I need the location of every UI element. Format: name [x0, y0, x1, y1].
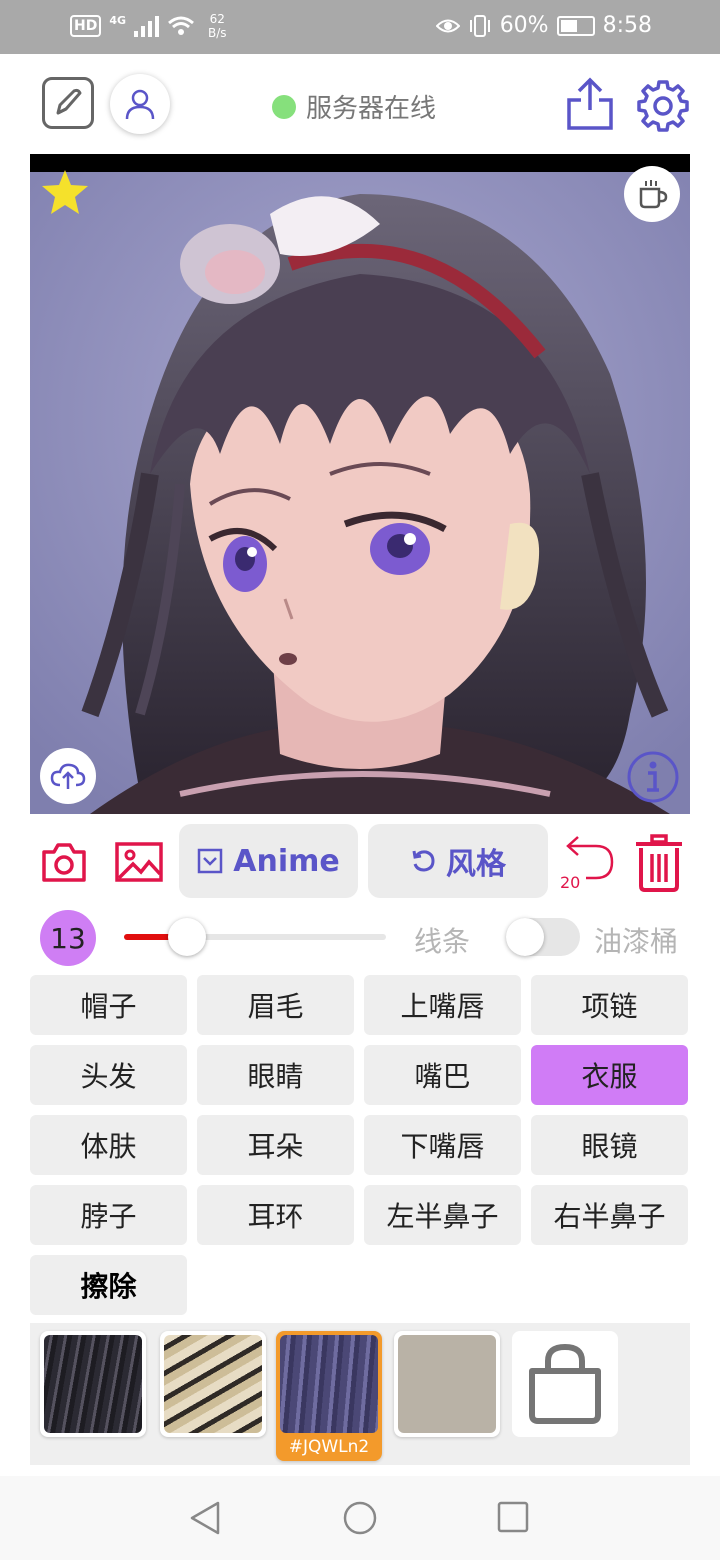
- part-button[interactable]: 眉毛: [197, 975, 354, 1035]
- top-bar: 服务器在线: [0, 54, 720, 154]
- battery-icon: [556, 15, 595, 36]
- hd-badge: HD: [70, 15, 102, 37]
- tool-row: Anime 风格 20: [0, 824, 720, 900]
- mode-toggle-button[interactable]: Anime: [179, 824, 358, 898]
- part-button[interactable]: 上嘴唇: [364, 975, 521, 1035]
- user-icon: [125, 89, 155, 120]
- swatch-texture: [280, 1335, 378, 1433]
- swatch-selected[interactable]: #JQWLn2: [276, 1331, 382, 1461]
- slider-thumb[interactable]: [167, 918, 206, 956]
- part-button[interactable]: 头发: [30, 1045, 187, 1105]
- wifi-icon: [168, 16, 194, 35]
- recent-apps-icon[interactable]: [496, 1500, 530, 1534]
- swatch-strip: #JQWLn2: [30, 1323, 690, 1465]
- star-icon[interactable]: [40, 168, 90, 216]
- swatch-texture: [398, 1335, 496, 1433]
- coffee-button[interactable]: [624, 166, 680, 222]
- speed-unit: B/s: [208, 26, 227, 40]
- battery-percent: 60%: [499, 13, 549, 38]
- style-label: 风格: [446, 847, 506, 882]
- part-button[interactable]: 耳环: [197, 1185, 354, 1245]
- part-button[interactable]: 左半鼻子: [364, 1185, 521, 1245]
- home-icon[interactable]: [342, 1500, 378, 1536]
- style-button[interactable]: 风格: [368, 824, 548, 898]
- part-button[interactable]: 帽子: [30, 975, 187, 1035]
- online-indicator: [272, 94, 296, 119]
- profile-button[interactable]: [110, 74, 170, 134]
- bucket-label[interactable]: 油漆桶: [594, 920, 678, 960]
- coffee-cup-icon: [639, 180, 668, 209]
- upload-button[interactable]: [40, 748, 96, 804]
- status-left: HD 4G 62 B/s: [70, 12, 227, 40]
- undo-count: 20: [560, 873, 581, 892]
- line-mode-label[interactable]: 线条: [414, 920, 470, 960]
- swatch-dark-hair[interactable]: [40, 1331, 146, 1437]
- clock: 8:58: [602, 13, 652, 38]
- part-button[interactable]: 耳朵: [197, 1115, 354, 1175]
- part-grid: 帽子 眉毛 上嘴唇 项链头发 眼睛 嘴巴 衣服体肤 耳朵 下嘴唇 眼镜脖子 耳环 左半鼻子 右半鼻子擦除: [30, 975, 690, 1315]
- part-button[interactable]: 衣服: [531, 1045, 688, 1105]
- edit-pen-icon: [56, 88, 82, 115]
- mode-label: Anime: [233, 843, 340, 879]
- part-button[interactable]: 下嘴唇: [364, 1115, 521, 1175]
- network-speed: 62 B/s: [208, 12, 227, 40]
- part-button[interactable]: 眼睛: [197, 1045, 354, 1105]
- brush-size-badge: 13: [40, 910, 96, 966]
- shopping-bag-icon: [529, 1343, 601, 1424]
- cloud-upload-icon: [50, 763, 86, 789]
- swatch-texture: [44, 1335, 142, 1433]
- share-icon[interactable]: [565, 76, 615, 132]
- checkbox-icon: [198, 848, 223, 874]
- toggle-knob: [506, 918, 544, 956]
- vibrate-icon: [469, 14, 490, 37]
- shop-button[interactable]: [512, 1331, 618, 1437]
- nav-bar: [0, 1476, 720, 1560]
- part-button[interactable]: 项链: [531, 975, 688, 1035]
- status-bar: HD 4G 62 B/s 60% 8:58: [0, 0, 720, 54]
- part-button[interactable]: 体肤: [30, 1115, 187, 1175]
- refresh-icon: [412, 850, 435, 872]
- edit-button[interactable]: [42, 77, 94, 129]
- swatch-zebra[interactable]: [160, 1331, 266, 1437]
- drawing-canvas[interactable]: [30, 154, 690, 814]
- part-button[interactable]: 脖子: [30, 1185, 187, 1245]
- trash-icon[interactable]: [632, 834, 686, 892]
- server-status-label: 服务器在线: [306, 94, 437, 124]
- erase-button[interactable]: 擦除: [30, 1255, 187, 1315]
- part-button[interactable]: 眼镜: [531, 1115, 688, 1175]
- network-type: 4G: [109, 13, 127, 27]
- eye-icon: [435, 19, 460, 32]
- swatch-texture: [164, 1335, 262, 1433]
- canvas-top-strip: [30, 154, 690, 172]
- bucket-toggle[interactable]: [506, 918, 580, 956]
- speed-value: 62: [209, 12, 225, 26]
- server-status: 服务器在线: [272, 88, 436, 125]
- info-icon[interactable]: [626, 750, 680, 804]
- image-icon[interactable]: [114, 840, 164, 884]
- swatch-beige[interactable]: [394, 1331, 500, 1437]
- undo-button[interactable]: 20: [556, 834, 618, 892]
- signal-icon: [134, 16, 160, 37]
- anime-portrait: [30, 154, 690, 814]
- brush-size-slider[interactable]: [124, 918, 386, 956]
- brush-row: 13 线条 油漆桶: [0, 908, 720, 968]
- part-button[interactable]: 右半鼻子: [531, 1185, 688, 1245]
- back-icon[interactable]: [188, 1500, 222, 1536]
- status-right: 60% 8:58: [435, 13, 652, 38]
- gear-icon[interactable]: [635, 78, 691, 134]
- swatch-code: #JQWLn2: [288, 1437, 370, 1457]
- camera-icon[interactable]: [40, 840, 88, 884]
- part-button[interactable]: 嘴巴: [364, 1045, 521, 1105]
